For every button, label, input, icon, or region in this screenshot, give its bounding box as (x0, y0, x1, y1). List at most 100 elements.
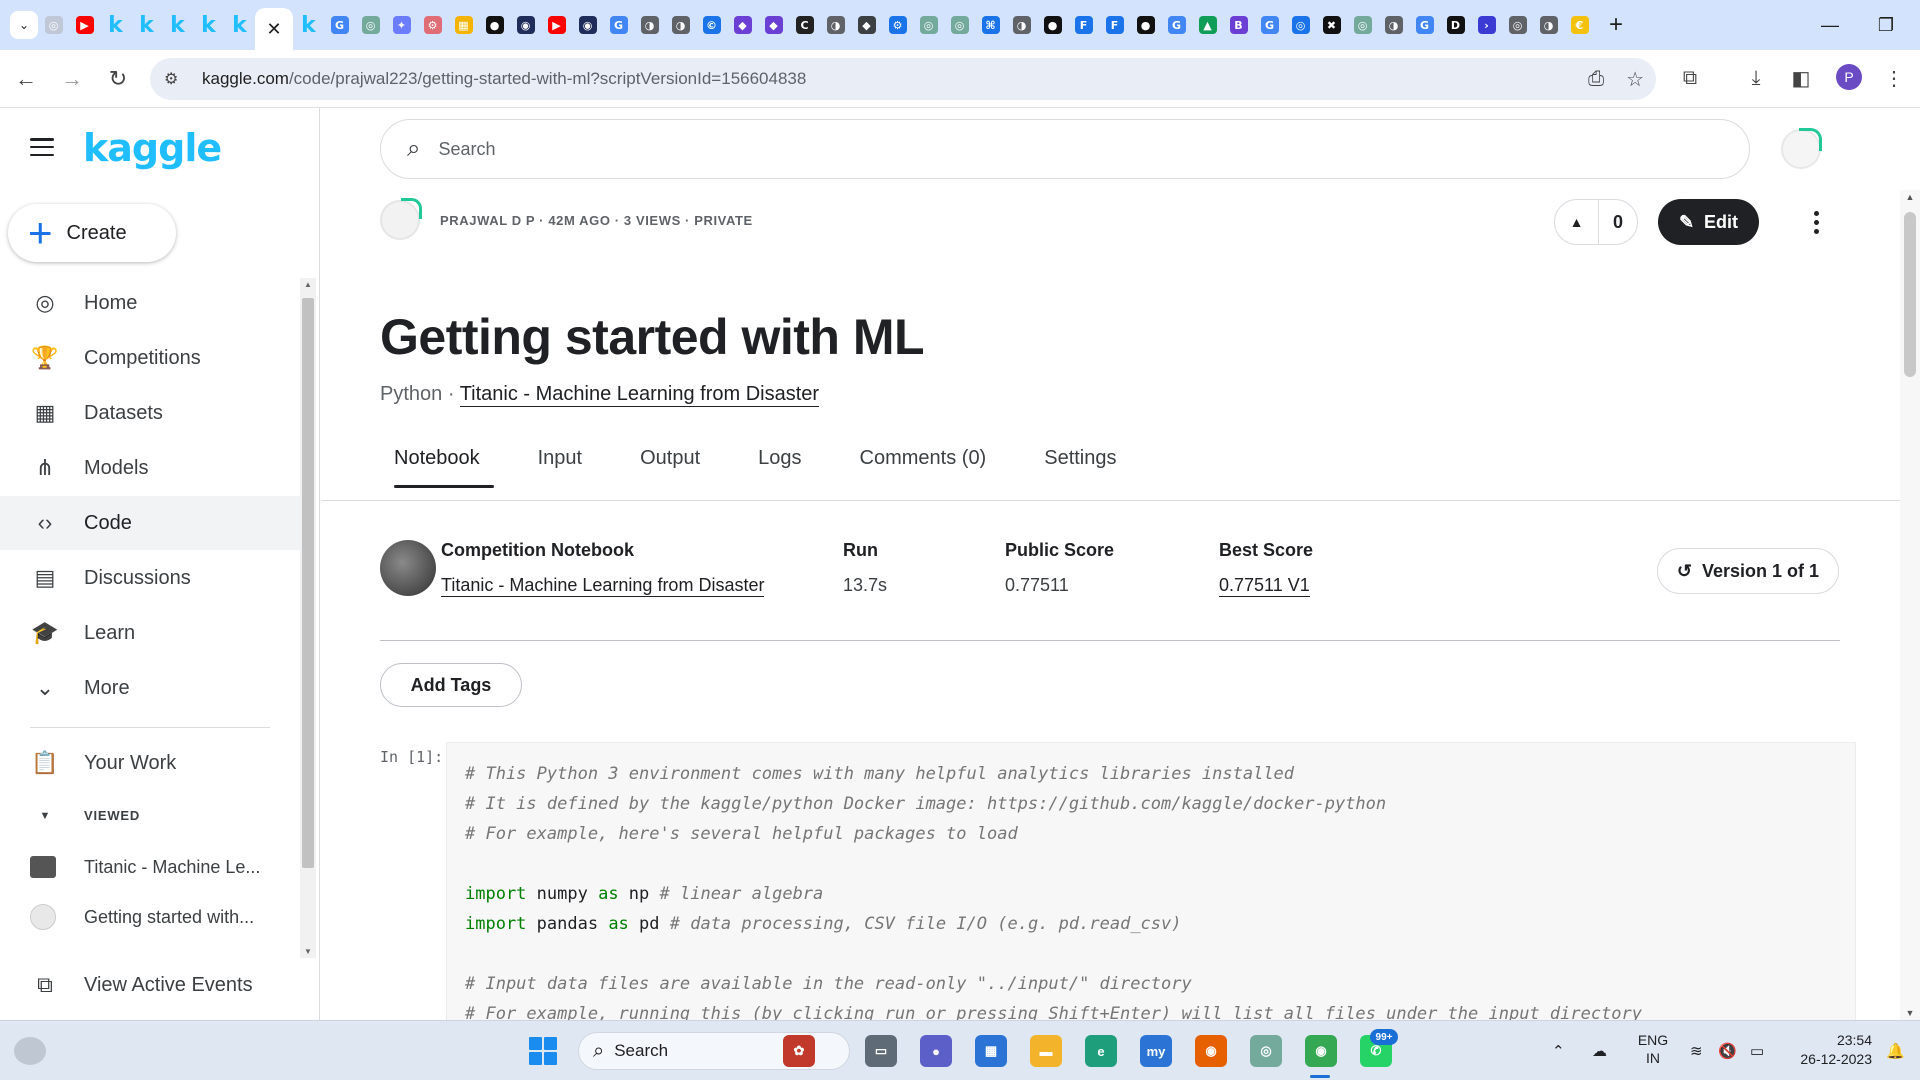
browser-tab[interactable]: ◎ (1502, 0, 1533, 50)
best-score-link[interactable]: 0.77511 V1 (1219, 575, 1310, 597)
back-arrow-icon[interactable]: ← (6, 59, 46, 99)
install-app-icon[interactable]: ⎙ (1588, 68, 1604, 91)
browser-tab[interactable]: G (324, 0, 355, 50)
upvote-arrow-icon[interactable]: ▲ (1555, 200, 1599, 244)
hamburger-menu-icon[interactable] (30, 138, 54, 156)
browser-tab[interactable]: © (696, 0, 727, 50)
language-indicator[interactable]: ENG IN (1636, 1031, 1670, 1067)
browser-tab[interactable]: F (1099, 0, 1130, 50)
browser-tab[interactable]: ◑ (634, 0, 665, 50)
browser-tab[interactable]: ◎ (913, 0, 944, 50)
upvote-control[interactable]: ▲ 0 (1554, 199, 1638, 245)
site-info-icon[interactable]: ⚙ (164, 69, 188, 89)
sidebar-item-your-work[interactable]: 📋 Your Work (0, 736, 300, 790)
browser-tab[interactable]: ◉ (572, 0, 603, 50)
weather-widget-icon[interactable] (14, 1037, 46, 1065)
tab-logs[interactable]: Logs (744, 438, 815, 488)
sidebar-item-competitions[interactable]: 🏆 Competitions (0, 331, 300, 385)
notification-bell-icon[interactable]: 🔔 (1886, 1021, 1905, 1080)
taskbar-clock[interactable]: 23:54 26-12-2023 (1788, 1031, 1872, 1069)
sidebar-item-code[interactable]: ‹› Code (0, 496, 304, 550)
active-tab[interactable]: ✕ (255, 8, 293, 50)
browser-tab[interactable]: k (162, 0, 193, 50)
side-panel-icon[interactable]: ◧ (1781, 58, 1821, 98)
scroll-up-arrow-icon[interactable]: ▲ (1900, 192, 1920, 202)
wifi-icon[interactable]: ≋ (1690, 1021, 1703, 1080)
browser-tab[interactable]: ● (1037, 0, 1068, 50)
kaggle-logo[interactable]: kaggle (83, 126, 222, 170)
scroll-up-arrow-icon[interactable]: ▲ (300, 280, 316, 289)
sidebar-item-learn[interactable]: 🎓 Learn (0, 606, 300, 660)
chatgpt-app-icon[interactable]: ◎ (1250, 1035, 1282, 1067)
browser-tab[interactable]: G (1161, 0, 1192, 50)
viewed-item-titanic[interactable]: Titanic - Machine Le... (30, 847, 260, 887)
sidebar-item-models[interactable]: ⋔ Models (0, 441, 300, 495)
tab-output[interactable]: Output (626, 438, 714, 488)
browser-tab[interactable]: ◑ (1533, 0, 1564, 50)
tab-settings[interactable]: Settings (1030, 438, 1130, 488)
sidebar-scrollbar[interactable]: ▲ ▼ (300, 278, 316, 958)
new-tab-plus-icon[interactable]: + (1601, 11, 1631, 39)
browser-tab[interactable]: ◑ (1006, 0, 1037, 50)
version-history-button[interactable]: ↺ Version 1 of 1 (1657, 548, 1839, 594)
show-hidden-icons-chevron-icon[interactable]: ⌃ (1552, 1021, 1565, 1080)
browser-tab[interactable]: k (293, 0, 324, 50)
forward-arrow-icon[interactable]: → (52, 59, 92, 99)
browser-tab[interactable]: ◑ (820, 0, 851, 50)
browser-tab[interactable]: ⚙ (882, 0, 913, 50)
battery-icon[interactable]: ▭ (1750, 1021, 1764, 1080)
browser-tab[interactable]: ▦ (448, 0, 479, 50)
browser-tab[interactable]: ◆ (727, 0, 758, 50)
browser-tab[interactable]: ▲ (1192, 0, 1223, 50)
edge-app-icon[interactable]: e (1085, 1035, 1117, 1067)
code-cell[interactable]: # This Python 3 environment comes with m… (446, 742, 1856, 1020)
browser-tab[interactable]: ◎ (355, 0, 386, 50)
browser-tab[interactable]: G (1409, 0, 1440, 50)
scroll-down-arrow-icon[interactable]: ▼ (300, 947, 316, 956)
reload-icon[interactable]: ↻ (98, 59, 138, 99)
window-minimize-icon[interactable]: — (1800, 0, 1860, 50)
chrome-app-icon[interactable]: ◉ (1305, 1035, 1337, 1067)
browser-tab[interactable]: k (100, 0, 131, 50)
browser-tab[interactable]: ◎ (944, 0, 975, 50)
author-avatar[interactable] (380, 198, 422, 240)
downloads-icon[interactable]: ⤓ (1736, 58, 1776, 98)
speaker-muted-icon[interactable]: 🔇 (1718, 1021, 1737, 1080)
browser-menu-icon[interactable]: ⋮ (1874, 58, 1914, 98)
firefox-app-icon[interactable]: ◉ (1195, 1035, 1227, 1067)
tab-search-dropdown-icon[interactable]: ⌄ (10, 11, 38, 39)
browser-profile-avatar[interactable]: P (1836, 64, 1862, 90)
address-bar[interactable]: ⚙ kaggle.com/code/prajwal223/getting-sta… (150, 58, 1656, 100)
scroll-down-arrow-icon[interactable]: ▼ (1900, 1008, 1920, 1018)
browser-tab[interactable]: ▶ (541, 0, 572, 50)
sidebar-item-view-active-events[interactable]: ⧉ View Active Events (0, 958, 300, 1012)
browser-tab[interactable]: ◆ (758, 0, 789, 50)
bookmark-star-icon[interactable]: ☆ (1626, 67, 1644, 92)
add-tags-button[interactable]: Add Tags (380, 663, 522, 707)
browser-tab[interactable]: ✦ (386, 0, 417, 50)
browser-tab[interactable]: ◑ (1378, 0, 1409, 50)
tab-input[interactable]: Input (524, 438, 596, 488)
sidebar-item-discussions[interactable]: ▤ Discussions (0, 551, 300, 605)
window-maximize-icon[interactable]: ❐ (1856, 0, 1916, 50)
browser-tab[interactable]: C (789, 0, 820, 50)
mysql-app-icon[interactable]: my (1140, 1035, 1172, 1067)
browser-tab[interactable]: k (193, 0, 224, 50)
edit-button[interactable]: ✎ Edit (1658, 199, 1759, 245)
widgets-app-icon[interactable]: ✿ (783, 1035, 815, 1067)
competition-link[interactable]: Titanic - Machine Learning from Disaster (459, 383, 820, 407)
sidebar-scroll-thumb[interactable] (302, 298, 314, 868)
active-tab-close-icon[interactable]: ✕ (266, 19, 281, 40)
browser-tab[interactable]: D (1440, 0, 1471, 50)
create-button[interactable]: + Create (8, 204, 176, 262)
browser-tab[interactable]: B (1223, 0, 1254, 50)
window-close-icon[interactable] (1912, 0, 1920, 50)
browser-tab[interactable]: ⚙ (417, 0, 448, 50)
browser-tab[interactable]: G (1254, 0, 1285, 50)
browser-tab[interactable]: G (603, 0, 634, 50)
site-search-bar[interactable]: ⌕ (380, 119, 1750, 179)
folder-app-icon[interactable]: ▬ (1030, 1035, 1062, 1067)
browser-tab[interactable]: ◑ (665, 0, 696, 50)
competition-thumbnail[interactable] (380, 540, 436, 596)
browser-tab[interactable]: € (1564, 0, 1595, 50)
